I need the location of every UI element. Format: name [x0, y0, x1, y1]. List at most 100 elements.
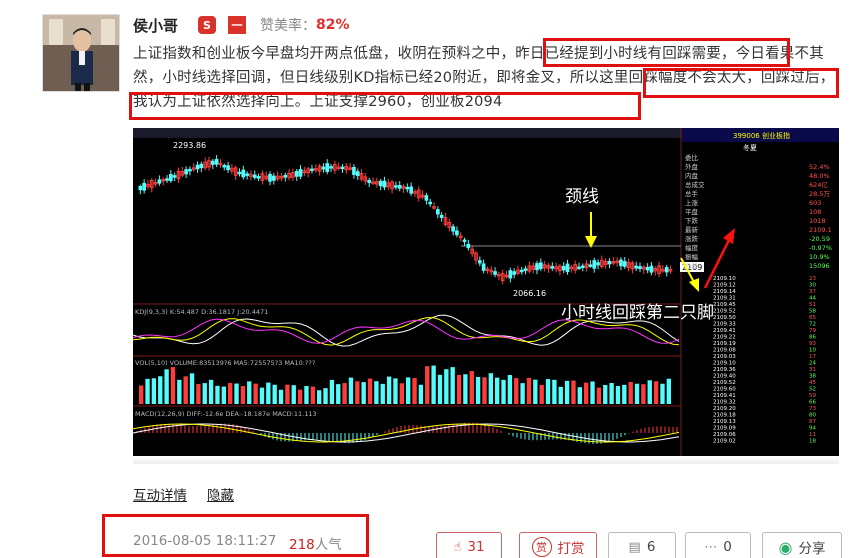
side-row-value: -0.97% [809, 244, 832, 252]
volume-bar [393, 378, 398, 404]
tick-volume: 24 [809, 361, 816, 367]
volume-bar [418, 384, 424, 404]
candle-body [199, 163, 204, 169]
tick-row: 2109.52 [713, 309, 736, 315]
candle-body [619, 259, 623, 267]
tick-volume: 51 [809, 302, 816, 308]
tick-volume: 79 [809, 328, 816, 334]
candle-body [451, 226, 455, 232]
read-button[interactable]: ▤ 6 [608, 532, 676, 558]
tick-row: 2109.50 [713, 315, 736, 321]
volume-bar [151, 378, 157, 404]
candle-body [268, 173, 272, 182]
volume-bar [317, 390, 322, 404]
candle-body [588, 264, 593, 267]
candle-body [565, 263, 570, 273]
candle-body [592, 260, 597, 269]
tick-volume: 72 [809, 322, 816, 328]
volume-bar [170, 367, 176, 404]
volume-bar [234, 383, 239, 404]
candle-body [397, 184, 402, 189]
volume-bar [221, 386, 226, 404]
reward-button[interactable]: 赏 打赏 [519, 532, 597, 558]
tick-volume: 44 [809, 296, 816, 302]
volume-bar [603, 384, 608, 404]
volume-bar [348, 377, 354, 404]
side-row-value: 1018 [809, 217, 826, 225]
view-count-number: 218 [289, 537, 315, 553]
volume-bar [558, 386, 563, 404]
reward-label: 打赏 [557, 541, 585, 557]
volume-bar [533, 379, 538, 404]
tick-row: 2109.36 [713, 367, 736, 373]
interact-details-link[interactable]: 互动详情 [133, 484, 187, 504]
candle-body [382, 180, 387, 188]
volume-bar [253, 383, 258, 404]
avatar[interactable] [42, 14, 120, 92]
volume-bar [564, 380, 570, 404]
tick-volume: 86 [809, 335, 816, 341]
thumbs-up-icon: ☝ [453, 539, 462, 555]
volume-bar [342, 383, 347, 404]
tick-row: 2109.03 [713, 354, 736, 360]
tick-volume: 30 [809, 283, 816, 289]
volume-bar [507, 375, 513, 404]
candle-body [188, 168, 192, 172]
candle-body [466, 243, 471, 249]
tick-row: 2109.13 [713, 419, 736, 425]
view-count-label: 人气 [314, 537, 342, 553]
side-row-value: 48.0% [809, 172, 830, 180]
tick-volume: 58 [809, 309, 816, 315]
highlight-box-3 [129, 92, 641, 120]
candle-body [455, 230, 459, 236]
tick-row: 2109.32 [713, 400, 736, 406]
side-row-value: 108 [809, 208, 821, 216]
candle-body [607, 260, 612, 265]
reward-icon: 赏 [531, 537, 552, 557]
comment-button[interactable]: ⋯ 0 [685, 532, 751, 558]
tick-row: 2109.08 [713, 348, 736, 354]
volume-bar [361, 382, 366, 404]
volume-bar [437, 374, 443, 404]
volume-bar [622, 384, 627, 404]
tick-volume: 45 [809, 380, 816, 386]
stock-chart: 2293.86 2066.16 2109 VOL(5,10) VOLUME:8351… [133, 128, 839, 456]
volume-bar [660, 383, 665, 404]
candle-body [409, 186, 413, 194]
candle-body [272, 175, 276, 181]
author-name[interactable]: 侯小哥 [133, 15, 178, 36]
tick-volume: 11 [809, 432, 816, 438]
volume-bar [336, 384, 341, 404]
volume-bar [475, 376, 481, 404]
tick-volume: 65 [809, 315, 816, 321]
tick-row: 2109.12 [713, 283, 736, 289]
stock-badge-icon[interactable]: S [198, 16, 217, 34]
volume-bar [374, 381, 379, 404]
side-row-value: -20.59 [809, 235, 830, 243]
volume-bar [584, 382, 589, 404]
candle-body [645, 266, 650, 271]
chart-scrollbar[interactable] [133, 456, 839, 464]
side-row-key: 上涨 [685, 198, 699, 207]
side-row-key: 涨跌 [685, 234, 699, 243]
volume-bar [495, 377, 500, 404]
volume-bar [431, 365, 436, 404]
volume-bar [196, 384, 201, 404]
level-badge-icon[interactable]: 一 [228, 16, 247, 34]
like-button[interactable]: ☝ 31 [436, 532, 502, 558]
candle-body [539, 262, 543, 270]
share-button[interactable]: ◉ 分享 [762, 532, 842, 558]
volume-bar [215, 385, 220, 404]
side-row-key: 委比 [685, 153, 699, 162]
candle-body [142, 182, 146, 191]
volume-bar [139, 385, 144, 404]
candle-body [352, 166, 356, 175]
candle-body [481, 263, 486, 271]
vol-indicator-label: VOL(5,10) VOLUME:835139?6 MA5:725575?3 M… [135, 359, 315, 367]
candle-body [214, 158, 219, 165]
view-count: 218人气 [289, 533, 342, 553]
like-count: 31 [467, 539, 485, 555]
hide-link[interactable]: 隐藏 [207, 484, 234, 504]
volume-bar [609, 382, 614, 404]
candle-body [283, 174, 288, 178]
